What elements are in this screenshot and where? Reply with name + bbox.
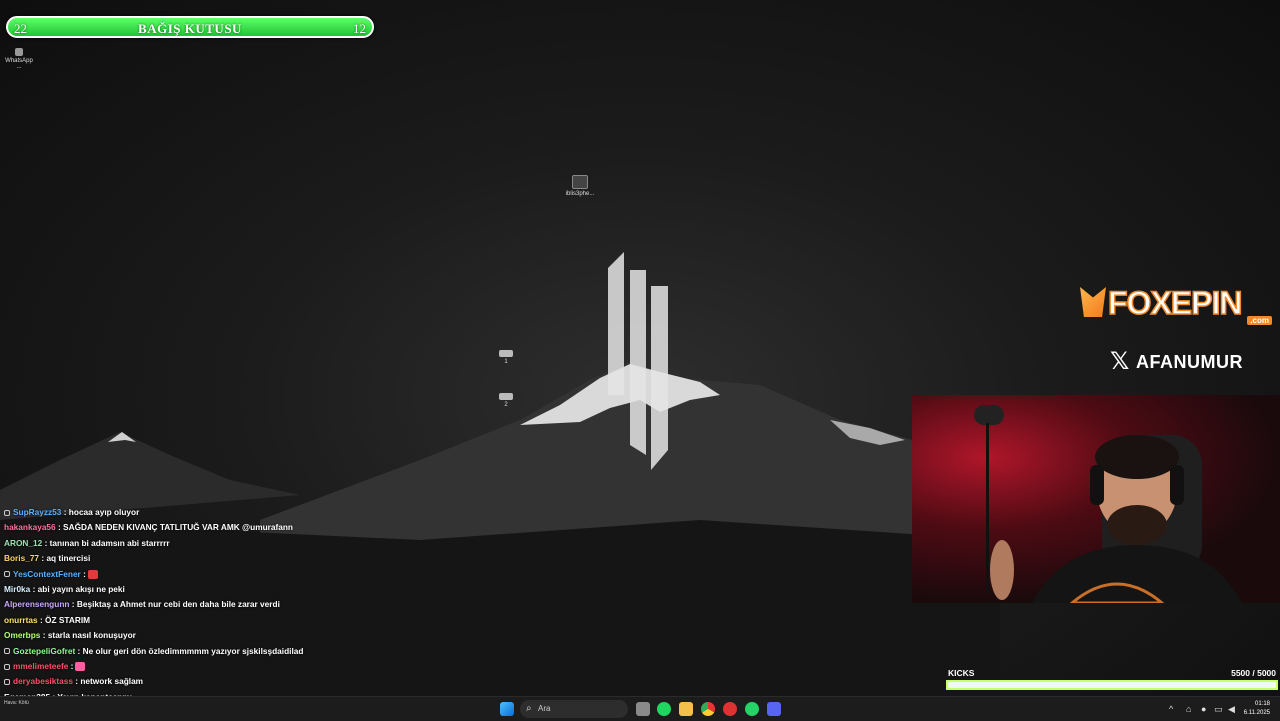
chat-text: : Ne olur geri dön özledimmmmm yazıyor s… <box>77 645 304 656</box>
clock-date: 6.11.2025 <box>1243 710 1270 716</box>
kicks-label: KICKS <box>948 668 975 678</box>
search-icon: ⌕ <box>526 703 532 714</box>
chat-username: Alperensengunn <box>4 599 70 610</box>
desktop-icon-label: iblis3phe... <box>565 191 595 197</box>
drive-icon <box>499 350 513 357</box>
desktop-icon-label: 2 <box>504 402 508 408</box>
chat-badge-icon <box>4 663 10 670</box>
desktop-icon-shortcut[interactable]: iblis3phe... <box>562 175 598 197</box>
chat-message: SupRayzz53 : hocaa ayıp oluyor <box>4 507 139 517</box>
chat-username: YesContextFener <box>13 568 81 579</box>
chat-message: hakankaya56 : SAĞDA NEDEN KIVANÇ TATLITU… <box>4 522 293 532</box>
monitor-icon[interactable]: ▭ <box>1214 704 1223 715</box>
mic-icon[interactable]: ● <box>1201 704 1206 714</box>
chat-username: deryabesiktass <box>13 676 73 687</box>
sponsor-brand: FOXEPIN <box>1107 284 1243 322</box>
taskbar: Hava: Kötü ⌕ Ara ^ ⌂ ● ▭ ◀ 01:18 6.11.20… <box>0 696 1280 721</box>
task-view-icon[interactable] <box>636 702 650 716</box>
chat-text: : <box>70 661 74 671</box>
chat-message: Mir0ka : abi yayın akışı ne peki <box>4 584 125 594</box>
donation-right-value: 12 <box>353 21 366 36</box>
chat-username: GoztepeliGofret <box>13 645 76 656</box>
donation-title: BAĞIŞ KUTUSU <box>138 21 242 36</box>
chat-username: mmelimeteefe <box>13 661 69 671</box>
discord-icon[interactable] <box>767 702 781 716</box>
x-logo-icon: 𝕏 <box>1110 348 1130 375</box>
whatsapp-icon[interactable] <box>745 702 759 716</box>
chat-emote-icon <box>87 569 98 579</box>
taskbar-search[interactable]: ⌕ Ara <box>520 700 628 718</box>
file-explorer-icon[interactable] <box>679 702 693 716</box>
desktop-icon-1[interactable]: 1 <box>496 350 516 365</box>
spotify-icon[interactable] <box>657 702 671 716</box>
kicks-count: 5500 / 5000 <box>1231 668 1276 678</box>
chat-message: GoztepeliGofret : Ne olur geri dön özled… <box>4 646 303 656</box>
kicks-progress-bar <box>946 680 1278 690</box>
chat-message: deryabesiktass : network sağlam <box>4 676 143 686</box>
chat-username: ARON_12 <box>4 537 43 548</box>
app-shortcut-icon <box>572 175 588 189</box>
streamer-webcam-image <box>974 405 1242 603</box>
chat-username: Mir0ka <box>4 584 31 594</box>
desktop-icon-whatsapp[interactable]: WhatsApp ... <box>2 48 36 70</box>
app-icon[interactable] <box>723 702 737 716</box>
chat-text: : abi yayın akışı ne peki <box>32 584 125 594</box>
webcam-overlay <box>912 395 1280 603</box>
chat-badge-icon <box>4 571 10 578</box>
chat-text: : ÖZ STARIM <box>39 614 91 625</box>
chat-text: : starla nasıl konuşuyor <box>42 630 136 641</box>
donation-box-bar: 22 BAĞIŞ KUTUSU 12 <box>6 16 374 38</box>
file-icon <box>15 48 23 56</box>
chat-message: Alperensengunn : Beşiktaş a Ahmet nur ce… <box>4 599 280 609</box>
network-icon[interactable]: ⌂ <box>1186 704 1191 714</box>
desktop-icon-2[interactable]: 2 <box>496 393 516 408</box>
desktop-icon-label: 1 <box>504 359 508 365</box>
chat-username: onurrtas <box>4 614 38 625</box>
chat-badge-icon <box>4 509 10 516</box>
chrome-icon[interactable] <box>701 702 715 716</box>
chat-badge-icon <box>4 648 10 655</box>
chat-text: : tanınan bi adamsın abi starrrrr <box>44 537 170 548</box>
volume-icon[interactable]: ◀ <box>1228 704 1235 715</box>
start-icon[interactable] <box>500 702 514 716</box>
drive-icon <box>499 393 513 400</box>
chat-badge-icon <box>4 679 10 686</box>
chat-text: : <box>83 568 86 579</box>
social-handle-text: AFANUMUR <box>1136 352 1243 372</box>
fox-icon <box>1080 287 1106 317</box>
stream-chat: SupRayzz53 : hocaa ayıp oluyor hakankaya5… <box>0 502 420 720</box>
tray-chevron-icon[interactable]: ^ <box>1169 704 1173 714</box>
chat-username: Boris_77 <box>4 553 40 564</box>
desktop-icon-label: WhatsApp ... <box>5 58 33 70</box>
chat-username: hakankaya56 <box>4 522 56 533</box>
chat-message: YesContextFener : <box>4 569 98 579</box>
chat-text: : network sağlam <box>75 676 144 687</box>
chat-text: : aq tinercisi <box>41 553 91 564</box>
chat-emote-icon <box>75 662 86 672</box>
chat-username: SupRayzz53 <box>13 507 62 517</box>
kicks-progress-fill <box>948 682 1276 688</box>
taskbar-clock[interactable]: 01:18 6.11.2025 <box>1244 700 1270 718</box>
search-placeholder: Ara <box>538 704 551 713</box>
chat-message: Boris_77 : aq tinercisi <box>4 553 90 563</box>
clock-time: 01:18 <box>1254 701 1270 707</box>
weather-text: Hava: Kötü <box>4 700 29 706</box>
weather-widget[interactable]: Hava: Kötü <box>4 700 29 706</box>
chat-message: mmelimeteefe : <box>4 661 86 672</box>
sponsor-domain: .com <box>1247 316 1272 325</box>
chat-message: Omerbps : starla nasıl konuşuyor <box>4 630 136 640</box>
chat-text: : SAĞDA NEDEN KIVANÇ TATLITUĞ VAR AMK @u… <box>57 522 294 533</box>
chat-text: : Beşiktaş a Ahmet nur cebi den daha bil… <box>71 599 280 610</box>
chat-message: onurrtas : ÖZ STARIM <box>4 615 90 625</box>
sponsor-logo: FOXEPIN .com <box>1080 284 1276 325</box>
chat-text: : hocaa ayıp oluyor <box>63 507 140 517</box>
chat-message: ARON_12 : tanınan bi adamsın abi starrrr… <box>4 538 170 548</box>
chat-username: Omerbps <box>4 630 41 641</box>
